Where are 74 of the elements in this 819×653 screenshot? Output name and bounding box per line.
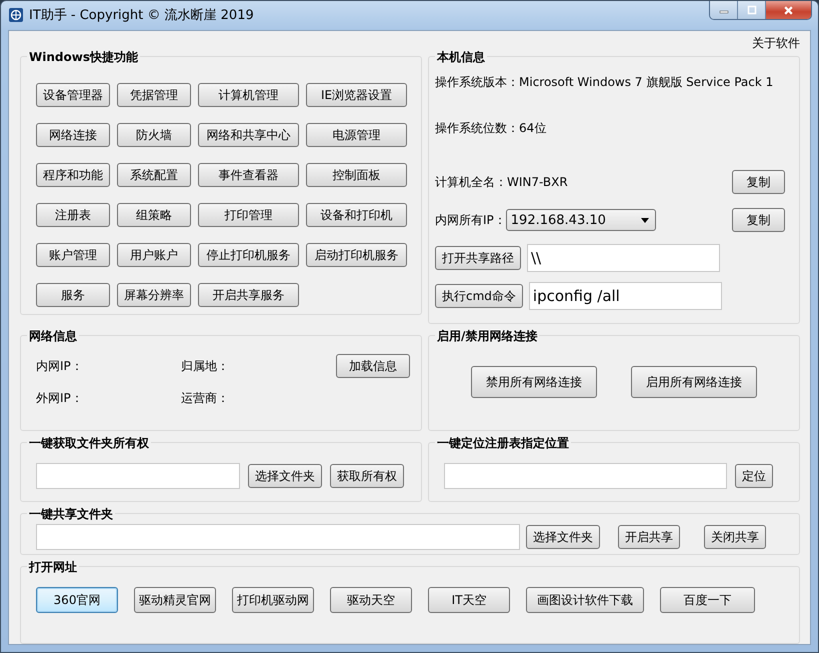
button[interactable]: 360官网 bbox=[36, 587, 118, 613]
info-label: 内网IP： bbox=[36, 358, 84, 374]
button[interactable]: 复制 bbox=[732, 208, 785, 232]
group-title: Windows快捷功能 bbox=[27, 49, 140, 66]
button[interactable]: 网络连接 bbox=[36, 123, 110, 147]
button[interactable]: 凭据管理 bbox=[117, 83, 191, 107]
button[interactable]: IE浏览器设置 bbox=[306, 83, 407, 107]
button[interactable]: 执行cmd命令 bbox=[435, 284, 523, 308]
button[interactable]: 启用所有网络连接 bbox=[631, 366, 757, 398]
button[interactable]: 事件查看器 bbox=[198, 163, 299, 187]
ip-dropdown[interactable]: 192.168.43.10 bbox=[506, 209, 656, 231]
button[interactable]: 开启共享 bbox=[618, 525, 680, 549]
button[interactable]: 控制面板 bbox=[306, 163, 407, 187]
info-text: 操作系统版本：Microsoft Windows 7 旗舰版 Service Pack 1 bbox=[435, 74, 774, 91]
button[interactable]: 设备管理器 bbox=[36, 83, 110, 107]
button[interactable]: 复制 bbox=[732, 170, 785, 194]
info-text: 操作系统位数：64位 bbox=[435, 120, 548, 137]
window-title: IT助手 - Copyright © 流水断崖 2019 bbox=[29, 6, 254, 24]
button[interactable]: 计算机管理 bbox=[198, 83, 299, 107]
button[interactable]: 用户账户 bbox=[117, 243, 191, 267]
button[interactable]: 驱动天空 bbox=[330, 587, 412, 613]
group-title: 启用/禁用网络连接 bbox=[435, 328, 540, 345]
maximize-button[interactable] bbox=[738, 1, 766, 19]
input-field[interactable] bbox=[444, 463, 727, 489]
button[interactable]: 电源管理 bbox=[306, 123, 407, 147]
button[interactable]: 选择文件夹 bbox=[248, 464, 322, 488]
info-label: 归属地： bbox=[181, 358, 230, 374]
button[interactable]: 百度一下 bbox=[660, 587, 755, 613]
button[interactable]: 防火墙 bbox=[117, 123, 191, 147]
close-button[interactable] bbox=[766, 1, 811, 19]
minimize-button[interactable] bbox=[710, 1, 738, 19]
button[interactable]: 屏幕分辨率 bbox=[117, 283, 191, 307]
info-label: 外网IP： bbox=[36, 390, 84, 406]
button[interactable]: 服务 bbox=[36, 283, 110, 307]
button[interactable]: 注册表 bbox=[36, 203, 110, 227]
button[interactable]: 设备和打印机 bbox=[306, 203, 407, 227]
info-text: 计算机全名：WIN7-BXR bbox=[435, 174, 568, 190]
button[interactable]: 画图设计软件下载 bbox=[526, 587, 644, 613]
app-icon bbox=[9, 8, 23, 22]
group-title: 一键定位注册表指定位置 bbox=[435, 435, 571, 452]
button[interactable]: 启动打印机服务 bbox=[306, 243, 407, 267]
button[interactable]: 开启共享服务 bbox=[198, 283, 299, 307]
button[interactable]: 组策略 bbox=[117, 203, 191, 227]
input-field[interactable]: ipconfig /all bbox=[528, 282, 722, 310]
button[interactable]: 选择文件夹 bbox=[526, 525, 600, 549]
group-title: 一键共享文件夹 bbox=[27, 506, 115, 523]
button[interactable]: 打印管理 bbox=[198, 203, 299, 227]
group-title: 网络信息 bbox=[27, 328, 79, 345]
button[interactable]: 获取所有权 bbox=[330, 464, 404, 488]
group-title: 本机信息 bbox=[435, 49, 487, 66]
button[interactable]: 驱动精灵官网 bbox=[134, 587, 216, 613]
about-link[interactable]: 关于软件 bbox=[752, 35, 800, 49]
close-icon bbox=[783, 4, 794, 16]
button[interactable]: 网络和共享中心 bbox=[198, 123, 299, 147]
button[interactable]: 打印机驱动网 bbox=[232, 587, 314, 613]
info-label: 运营商： bbox=[181, 390, 230, 406]
button[interactable]: 账户管理 bbox=[36, 243, 110, 267]
button[interactable]: 加载信息 bbox=[336, 354, 410, 378]
ip-label: 内网所有IP： bbox=[435, 212, 506, 228]
button[interactable]: 程序和功能 bbox=[36, 163, 110, 187]
group-title: 一键获取文件夹所有权 bbox=[27, 435, 151, 452]
button[interactable]: 停止打印机服务 bbox=[198, 243, 299, 267]
input-field[interactable] bbox=[36, 463, 240, 489]
caret-icon bbox=[640, 218, 649, 222]
button[interactable]: 禁用所有网络连接 bbox=[471, 366, 597, 398]
button[interactable]: 系统配置 bbox=[117, 163, 191, 187]
button[interactable]: 打开共享路径 bbox=[435, 246, 521, 270]
group-title: 打开网址 bbox=[27, 559, 79, 576]
input-field[interactable]: \\ bbox=[527, 244, 720, 272]
button[interactable]: IT天空 bbox=[428, 587, 510, 613]
maximize-icon bbox=[746, 5, 756, 15]
input-field[interactable] bbox=[36, 524, 520, 550]
button[interactable]: 关闭共享 bbox=[704, 525, 766, 549]
button[interactable]: 定位 bbox=[735, 464, 773, 488]
